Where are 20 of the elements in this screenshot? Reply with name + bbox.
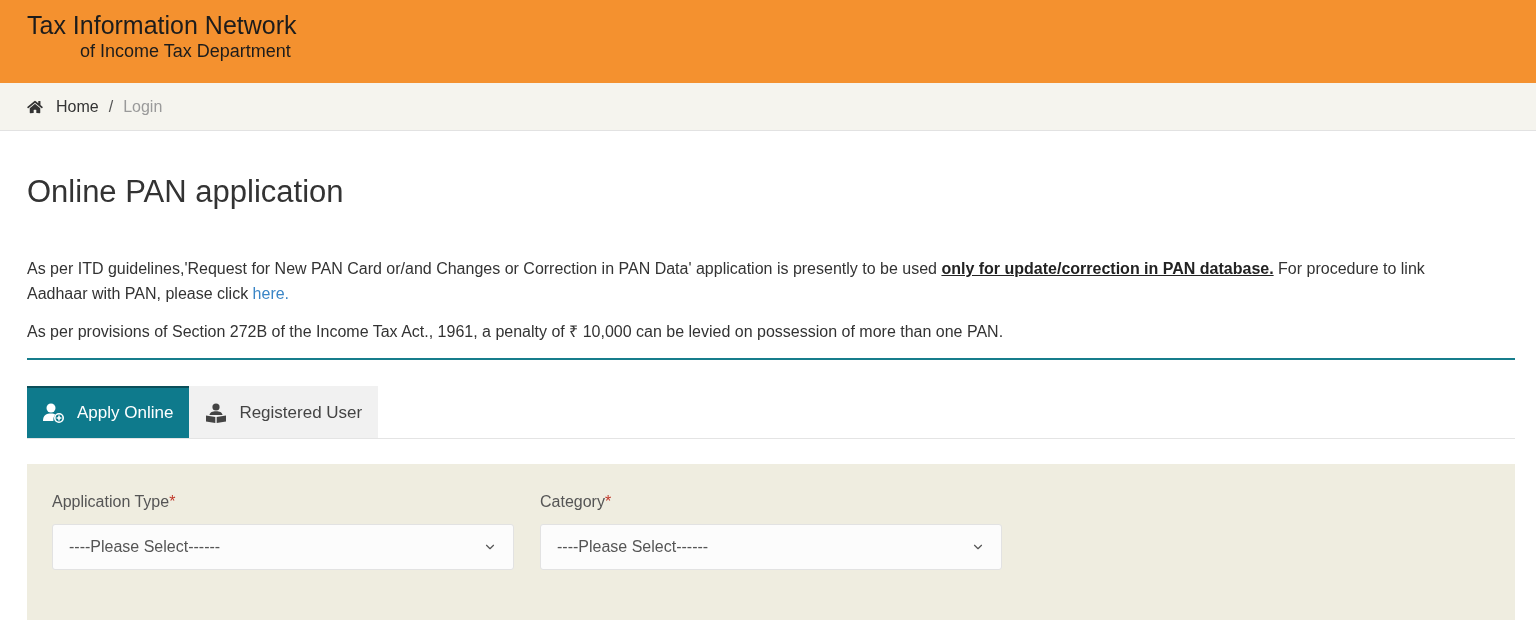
- person-with-book-icon: [205, 403, 228, 423]
- logo-subtitle: of Income Tax Department: [80, 40, 291, 62]
- application-type-select[interactable]: ----Please Select------: [52, 524, 514, 570]
- page-title: Online PAN application: [27, 175, 344, 209]
- field-label: Category: [540, 492, 605, 512]
- breadcrumb-separator: /: [108, 96, 114, 117]
- logo-title: Tax Information Network: [27, 10, 297, 40]
- field-label: Application Type: [52, 492, 170, 512]
- required-mark: *: [169, 492, 176, 512]
- aadhaar-link[interactable]: here.: [252, 285, 290, 302]
- breadcrumb-item: Login: [123, 96, 163, 117]
- notice-text: As per ITD guidelines,'Request for New PAN Card or/and Changes or Correction in PAN Data' application is presently to be used only for update/correction in PAN database. For procedure to link Aadhaar with PAN, please click here.: [27, 259, 1426, 304]
- home-icon: [27, 99, 43, 114]
- tab[interactable]: Registered User: [189, 386, 379, 438]
- notice-text: As per provisions of Section 272B of the Income Tax Act., 1961, a penalty of ₹ 10,000 can be levied on possession of more than one PAN.: [27, 322, 1005, 342]
- user-plus-icon: [43, 403, 65, 423]
- breadcrumb-item[interactable]: Home: [56, 94, 99, 119]
- required-mark: *: [604, 492, 612, 512]
- category-select[interactable]: ----Please Select------: [540, 524, 1002, 570]
- tab[interactable]: Apply Online: [27, 386, 190, 438]
